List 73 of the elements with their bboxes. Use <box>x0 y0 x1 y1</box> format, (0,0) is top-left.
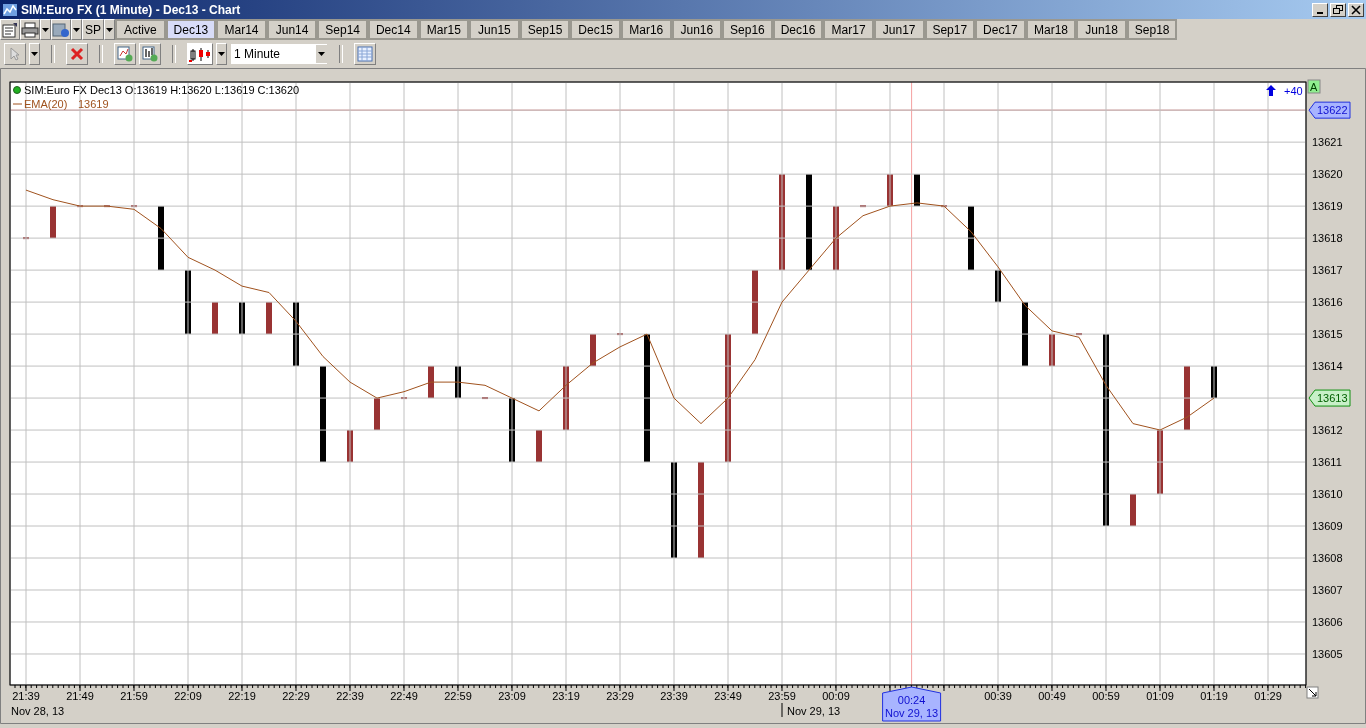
price-label: 13621 <box>1312 136 1343 149</box>
time-label: 00:09 <box>822 690 850 702</box>
time-label: 22:09 <box>174 690 202 702</box>
price-label: 13611 <box>1312 456 1342 469</box>
price-label: 13614 <box>1312 360 1343 373</box>
price-label: 13610 <box>1312 488 1343 500</box>
contract-tab[interactable]: Sep16 <box>722 19 773 40</box>
legend-instrument: SIM:Euro FX Dec13 O:13619 H:13620 L:13619 C:13620 <box>24 84 300 96</box>
price-label: 13620 <box>1312 168 1343 181</box>
contract-tab[interactable]: Mar15 <box>418 19 470 40</box>
time-label: 01:19 <box>1200 690 1228 702</box>
time-label: 23:49 <box>714 690 742 702</box>
price-label: 13606 <box>1312 616 1343 628</box>
contract-tab[interactable]: Active <box>115 19 166 40</box>
time-label: 22:49 <box>390 690 418 702</box>
legend-value: 13619 <box>78 98 109 110</box>
auto-scale-button[interactable]: A <box>1307 79 1321 94</box>
time-label: 23:19 <box>552 690 580 702</box>
contract-tab[interactable]: Dec14 <box>367 19 419 40</box>
time-label: 22:39 <box>336 690 364 702</box>
price-label: 13608 <box>1312 552 1343 564</box>
contract-tab[interactable]: Sep17 <box>924 19 976 40</box>
instrument-menu[interactable]: SP <box>82 19 104 40</box>
price-label: 13609 <box>1312 520 1343 532</box>
price-label: 13615 <box>1312 328 1343 341</box>
time-label: 23:59 <box>768 690 796 702</box>
contract-tab[interactable]: Mar16 <box>620 19 672 40</box>
contract-tab[interactable]: Dec15 <box>570 19 621 40</box>
time-label: 22:19 <box>228 690 256 702</box>
date-label: Nov 29, 13 <box>787 705 841 717</box>
window-title: SIM:Euro FX (1 Minute) - Dec13 - Chart <box>21 2 242 17</box>
contract-tab[interactable]: Mar14 <box>216 19 267 40</box>
time-label: 00:39 <box>984 690 1012 702</box>
contract-tab[interactable]: Jun17 <box>873 19 925 40</box>
price-label: 13607 <box>1312 584 1343 596</box>
contract-tab[interactable]: Sep15 <box>519 19 571 40</box>
crosshair-price: 13622 <box>1317 104 1348 117</box>
contract-tab[interactable]: Jun14 <box>266 19 318 40</box>
contract-tab[interactable]: Jun16 <box>671 19 723 40</box>
time-label: 21:59 <box>120 690 148 702</box>
contract-tab[interactable]: Dec17 <box>975 19 1026 40</box>
price-label: 13617 <box>1312 264 1343 277</box>
time-label: 00:59 <box>1092 690 1120 702</box>
crosshair-date: Nov 29, 13 <box>885 707 939 719</box>
contract-tab[interactable]: Mar18 <box>1025 19 1077 40</box>
contract-tab[interactable]: Dec16 <box>772 19 824 40</box>
time-label: 23:09 <box>498 690 526 702</box>
time-label: 22:29 <box>282 690 310 702</box>
contract-tab[interactable]: Mar17 <box>823 19 874 40</box>
price-label: 13618 <box>1312 232 1343 245</box>
contract-tab[interactable]: Sep18 <box>1126 19 1178 40</box>
time-label: 00:49 <box>1038 690 1066 702</box>
price-label: 13619 <box>1312 200 1343 213</box>
legend-indicator: EMA(20) <box>24 98 68 110</box>
date-label: Nov 28, 13 <box>11 705 65 717</box>
crosshair-time: 00:24 <box>897 694 926 706</box>
interval-select[interactable]: 1 Minute <box>230 43 328 65</box>
time-label: 21:49 <box>66 690 94 702</box>
time-label: 23:29 <box>606 690 634 702</box>
contract-tab[interactable]: Jun18 <box>1076 19 1127 40</box>
price-label: 13612 <box>1312 424 1343 437</box>
contract-tab[interactable]: Jun15 <box>469 19 520 40</box>
price-label: 13605 <box>1312 647 1343 660</box>
contract-tab[interactable]: Dec13 <box>165 19 217 40</box>
time-label: 01:29 <box>1254 690 1282 702</box>
time-label: 23:39 <box>660 690 688 702</box>
contract-tab[interactable]: Sep14 <box>317 19 368 40</box>
last-price: 13613 <box>1317 392 1348 405</box>
time-label: 01:09 <box>1146 690 1174 702</box>
time-label: 21:39 <box>12 690 40 702</box>
price-label: 13616 <box>1312 296 1343 309</box>
scroll-offset: +40 <box>1284 85 1303 97</box>
time-label: 22:59 <box>444 690 472 702</box>
